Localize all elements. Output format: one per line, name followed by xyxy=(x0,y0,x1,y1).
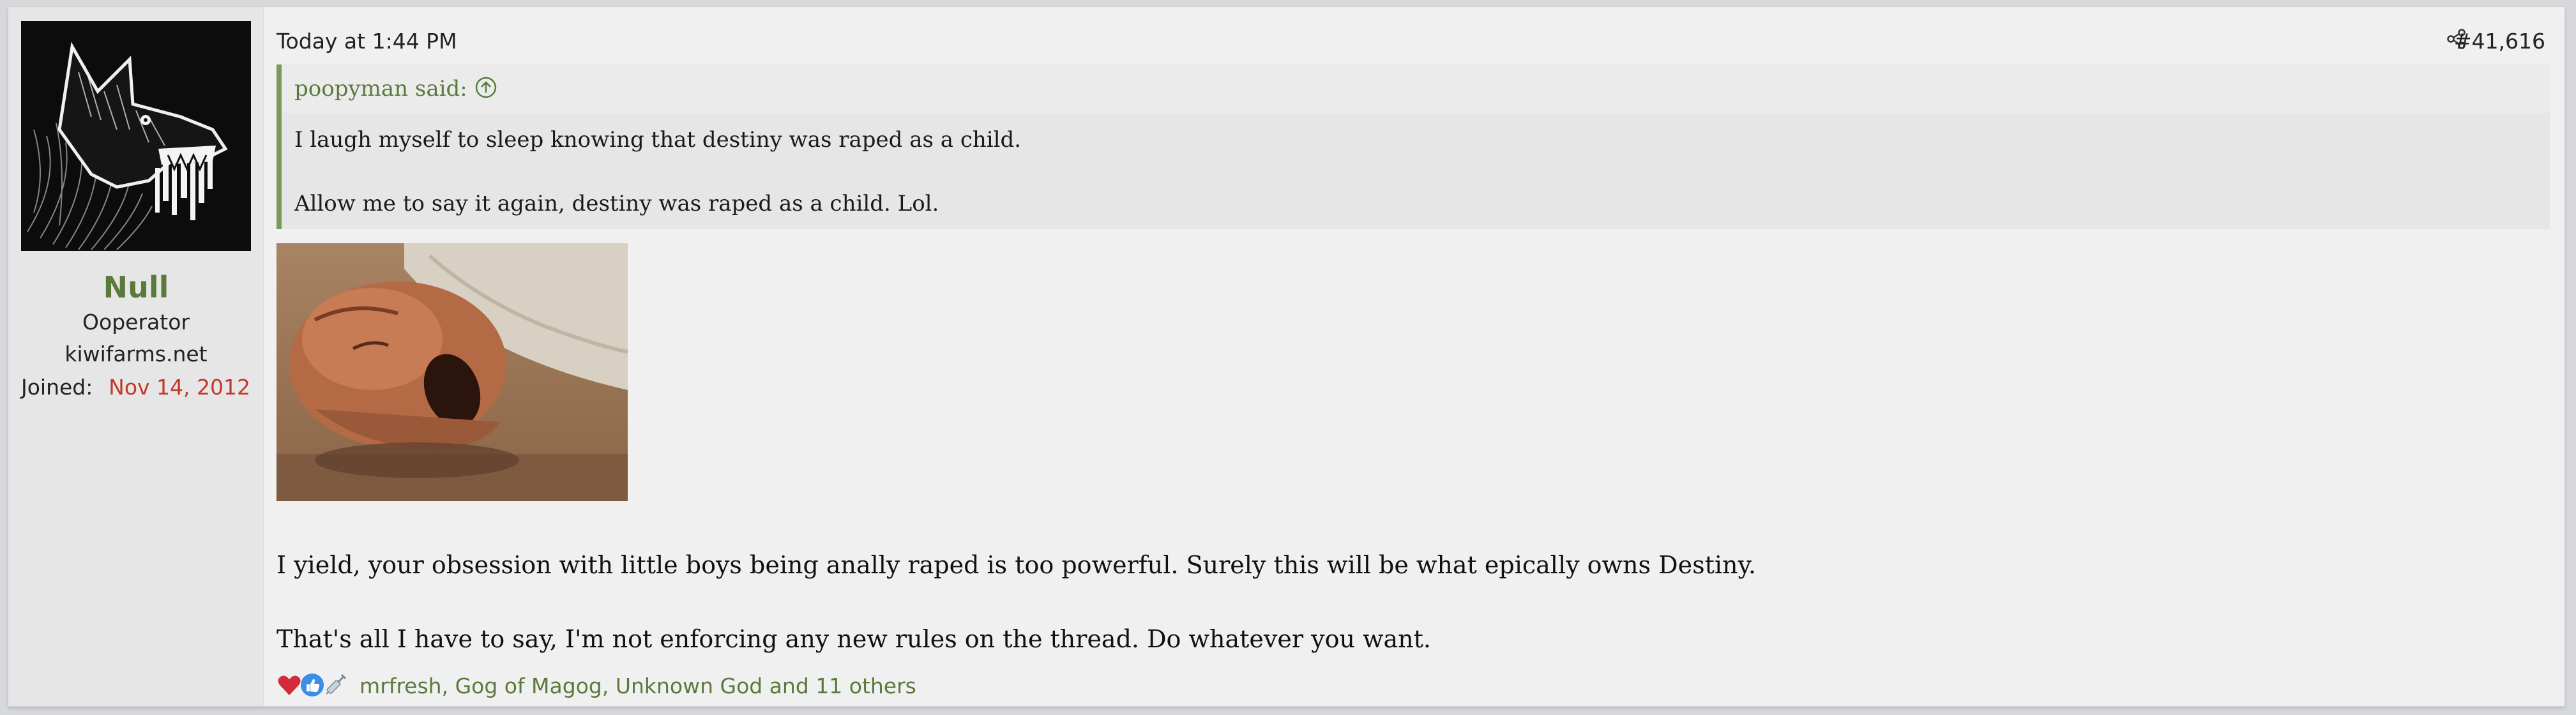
post-number-link[interactable]: #41,616 xyxy=(2454,29,2545,54)
wolf-avatar-image xyxy=(21,21,251,251)
embedded-gif[interactable] xyxy=(277,243,628,501)
avatar[interactable] xyxy=(21,21,251,251)
reaction-users-link[interactable]: mrfresh, Gog of Magog, Unknown God and 1… xyxy=(360,674,916,698)
quote-line: I laugh myself to sleep knowing that des… xyxy=(294,127,1022,153)
user-sidebar: Null Ooperator kiwifarms.net Joined: Nov… xyxy=(8,7,264,706)
post-timestamp[interactable]: Today at 1:44 PM xyxy=(277,29,457,54)
post-body-paragraph: That's all I have to say, I'm not enforc… xyxy=(277,625,1432,653)
thumbs-up-icon[interactable] xyxy=(299,672,325,698)
post-container: Null Ooperator kiwifarms.net Joined: Nov… xyxy=(8,6,2565,707)
post-body-paragraph: I yield, your obsession with little boys… xyxy=(277,551,1756,579)
user-site: kiwifarms.net xyxy=(64,342,208,366)
quote-header: poopyman said: xyxy=(282,64,2550,113)
gif-image xyxy=(277,243,628,501)
username[interactable]: Null xyxy=(8,270,264,305)
quote-block: poopyman said: I laugh myself to sleep k… xyxy=(277,64,2550,229)
joined-date: Nov 14, 2012 xyxy=(109,375,250,400)
syringe-icon[interactable] xyxy=(322,672,348,698)
quote-author[interactable]: poopyman said: xyxy=(294,76,467,102)
joined-label: Joined: xyxy=(21,375,93,400)
jump-to-quote-icon[interactable] xyxy=(473,75,499,100)
quote-line: Allow me to say it again, destiny was ra… xyxy=(294,191,939,216)
user-title: Ooperator xyxy=(82,310,190,335)
heart-icon[interactable] xyxy=(277,672,302,698)
